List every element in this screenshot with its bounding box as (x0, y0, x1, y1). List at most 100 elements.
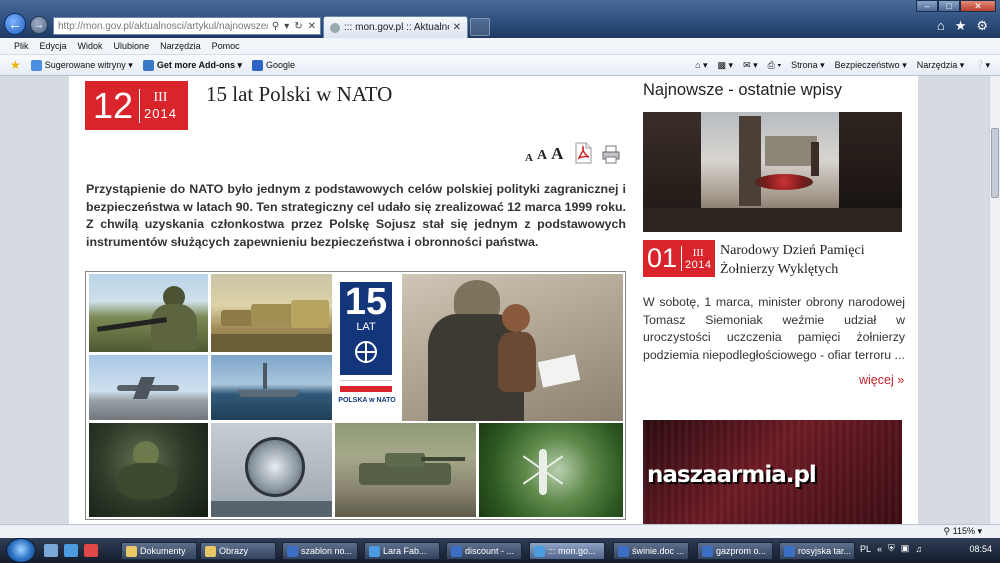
show-desktop-icon[interactable] (44, 544, 58, 557)
photo-searchlight (211, 423, 332, 517)
taskbar-button-discount[interactable]: discount - ... (446, 542, 522, 560)
article-lead: Przystąpienie do NATO było jednym z pods… (86, 182, 626, 249)
date-day: 12 (93, 84, 134, 126)
date-year: 2014 (144, 105, 177, 121)
font-medium-button[interactable]: A (537, 148, 547, 164)
new-tab-button[interactable] (470, 18, 490, 36)
zoom-icon: ⚲ (943, 526, 953, 536)
taskbar-button-mon-gov[interactable]: ::: mon.go... (529, 542, 605, 560)
shield-icon[interactable]: ⛨ (888, 543, 895, 554)
article-date-badge: 12 III 2014 (85, 81, 188, 130)
photo-diver (89, 423, 208, 517)
menu-file[interactable]: Plik (14, 41, 29, 51)
news-date-day: 01 (647, 243, 678, 273)
taskbar-button-gazprom[interactable]: gazprom o... (697, 542, 773, 560)
cmd-tools[interactable]: Narzędzia ▾ (917, 60, 965, 71)
nasza-armia-banner[interactable]: naszaarmia.pl (643, 420, 902, 524)
photo-soldier-rifle (89, 274, 208, 352)
close-window-button[interactable]: ✕ (960, 0, 996, 12)
suggested-sites-icon (30, 59, 42, 71)
feeds-icon[interactable]: ⌂ ▾ (695, 60, 707, 71)
menu-favorites[interactable]: Ulubione (114, 41, 150, 51)
star-icon[interactable]: ★ (955, 18, 967, 34)
news-excerpt: W sobotę, 1 marca, minister obrony narod… (643, 295, 905, 362)
favorites-bar: ★ Sugerowane witryny ▾ Get more Add-ons … (0, 55, 1000, 76)
news-date-badge: 01 III 2014 (643, 240, 715, 277)
tray-arrow-icon[interactable]: « (877, 544, 882, 554)
taskbar-button-rosyjska[interactable]: rosyjska tar... (779, 542, 855, 560)
address-bar[interactable]: http://mon.gov.pl/aktualnosci/artykul/na… (53, 17, 321, 35)
font-small-button[interactable]: A (525, 152, 533, 164)
menu-view[interactable]: Widok (78, 41, 103, 51)
start-button[interactable] (6, 538, 36, 563)
favorites-star-icon[interactable]: ★ (10, 58, 21, 72)
back-arrow-icon[interactable]: ← (4, 13, 26, 35)
search-icon[interactable]: ⚲ (272, 21, 279, 32)
article-title: 15 lat Polski w NATO (206, 82, 393, 106)
news-title-link[interactable]: Narodowy Dzień Pamięci Żołnierzy Wyklęty… (720, 241, 910, 279)
addons-icon (142, 59, 154, 71)
poster-caption: POLSKA w NATO (338, 397, 396, 404)
cmd-page[interactable]: Strona ▾ (791, 60, 825, 71)
help-icon[interactable]: ❔▾ (974, 60, 990, 71)
fav-google[interactable]: Google (252, 59, 295, 71)
printer-icon[interactable] (601, 144, 621, 164)
refresh-icon[interactable]: ↻ (294, 21, 302, 32)
language-indicator[interactable]: PL (860, 544, 871, 554)
google-icon (252, 59, 264, 71)
article-tools: A A A (525, 142, 621, 164)
taskbar-button-obrazy[interactable]: Obrazy (200, 542, 276, 560)
news-date-year: 2014 (685, 258, 712, 271)
menu-edit[interactable]: Edycja (40, 41, 67, 51)
photo-soldier-child (402, 274, 623, 421)
tab-title: ::: mon.gov.pl :: Aktualnoś... (344, 22, 449, 33)
address-url[interactable]: http://mon.gov.pl/aktualnosci/artykul/na… (58, 21, 268, 32)
command-bar: ⌂ ▾ ▩ ▾ ✉ ▾ ⎙ ▾ Strona ▾ Bezpieczeństwo … (695, 55, 990, 76)
pdf-icon[interactable] (573, 142, 593, 164)
system-tray: PL « ⛨ ▣ ♫ (860, 543, 922, 554)
chrome-quicklaunch-icon[interactable] (84, 544, 98, 557)
nato-15-poster: 15 LAT POLSKA w NATO (335, 274, 399, 421)
quick-launch (44, 544, 98, 557)
taskbar-button-lara[interactable]: Lara Fab... (364, 542, 440, 560)
news-date-month: III (692, 246, 704, 259)
scrollbar-thumb[interactable] (991, 128, 999, 198)
taskbar-button-szablon[interactable]: szablon no... (282, 542, 358, 560)
gear-icon[interactable]: ⚙ (976, 18, 988, 34)
fav-suggested-sites[interactable]: Sugerowane witryny ▾ (30, 59, 133, 71)
tab-close-icon[interactable]: ✕ (453, 22, 461, 33)
stop-icon[interactable]: ✕ (308, 21, 316, 32)
print-icon[interactable]: ⎙ ▾ (768, 60, 781, 71)
dropdown-icon[interactable]: ▾ (284, 21, 289, 32)
sidebar-photo-ceremony[interactable] (643, 112, 902, 232)
taskbar-button-dokumenty[interactable]: Dokumenty (121, 542, 197, 560)
menu-help[interactable]: Pomoc (212, 41, 240, 51)
zoom-level[interactable]: ⚲ 115% ▾ (944, 526, 982, 537)
cmd-security[interactable]: Bezpieczeństwo ▾ (835, 60, 907, 71)
fav-get-addons[interactable]: Get more Add-ons ▾ (142, 59, 242, 71)
home-icon[interactable]: ⌂ (937, 18, 945, 34)
vertical-scrollbar[interactable] (989, 76, 1000, 524)
font-large-button[interactable]: A (551, 144, 563, 164)
minimize-button[interactable]: – (916, 0, 938, 12)
network-icon[interactable]: ▣ (901, 543, 910, 554)
ie-quicklaunch-icon[interactable] (64, 544, 78, 557)
photo-warship (211, 355, 332, 420)
clock[interactable]: 08:54 (969, 544, 992, 554)
photo-collage[interactable]: 15 LAT POLSKA w NATO (85, 271, 626, 520)
menu-bar: Plik Edycja Widok Ulubione Narzędzia Pom… (0, 38, 1000, 55)
page-viewport: 12 III 2014 15 lat Polski w NATO A A A P… (0, 76, 989, 524)
rss-icon[interactable]: ▩ ▾ (718, 60, 734, 71)
poster-number: 15 (344, 281, 388, 323)
tab-favicon-icon (330, 22, 340, 33)
volume-icon[interactable]: ♫ (915, 544, 922, 554)
taskbar-button-swinie[interactable]: świnie.doc ... (613, 542, 689, 560)
browser-tab[interactable]: ::: mon.gov.pl :: Aktualnoś... ✕ (323, 16, 468, 38)
maximize-button[interactable]: □ (938, 0, 960, 12)
forward-arrow-icon[interactable]: → (30, 16, 48, 34)
windows-taskbar: Dokumenty Obrazy szablon no... Lara Fab.… (0, 538, 1000, 563)
mail-icon[interactable]: ✉ ▾ (743, 60, 758, 71)
read-more-link[interactable]: więcej » (859, 373, 904, 387)
menu-tools[interactable]: Narzędzia (160, 41, 201, 51)
poster-word: LAT (356, 321, 376, 333)
